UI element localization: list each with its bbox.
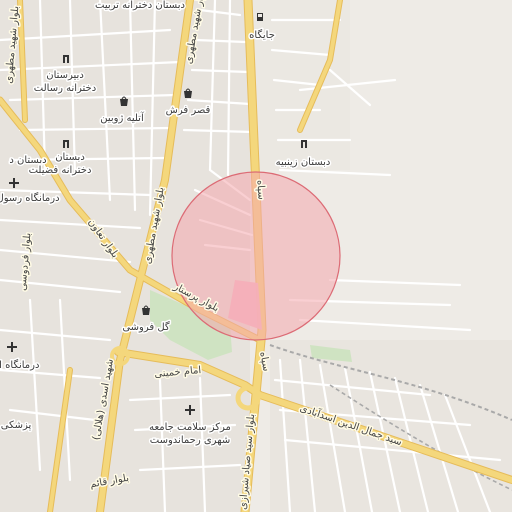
label-sepah-top: سپاه [254, 180, 266, 200]
label-school-tarbiat: دبستان دخترانه تربیت [95, 0, 185, 11]
map-canvas[interactable]: دبستان دخترانه تربیت بلوار شهید مطهری جا… [0, 0, 512, 512]
label-gol-forushi: گل فروشی [122, 321, 170, 333]
label-darmangah-rasul: درمانگاه رسول [0, 192, 60, 204]
label-pezeshki: پزشکی [1, 420, 32, 431]
label-darmangah-amam: درمانگاه امام [0, 359, 39, 371]
label-jaygah: جایگاه [249, 29, 275, 41]
label-dabestan-zeinabieh: دبستان زینبیه [276, 157, 331, 168]
label-qasr-farsh: قصر فرش [166, 105, 211, 116]
fuel-station-icon[interactable] [257, 13, 263, 21]
label-atelier-zhobin: آتلیه ژوبین [100, 111, 145, 124]
